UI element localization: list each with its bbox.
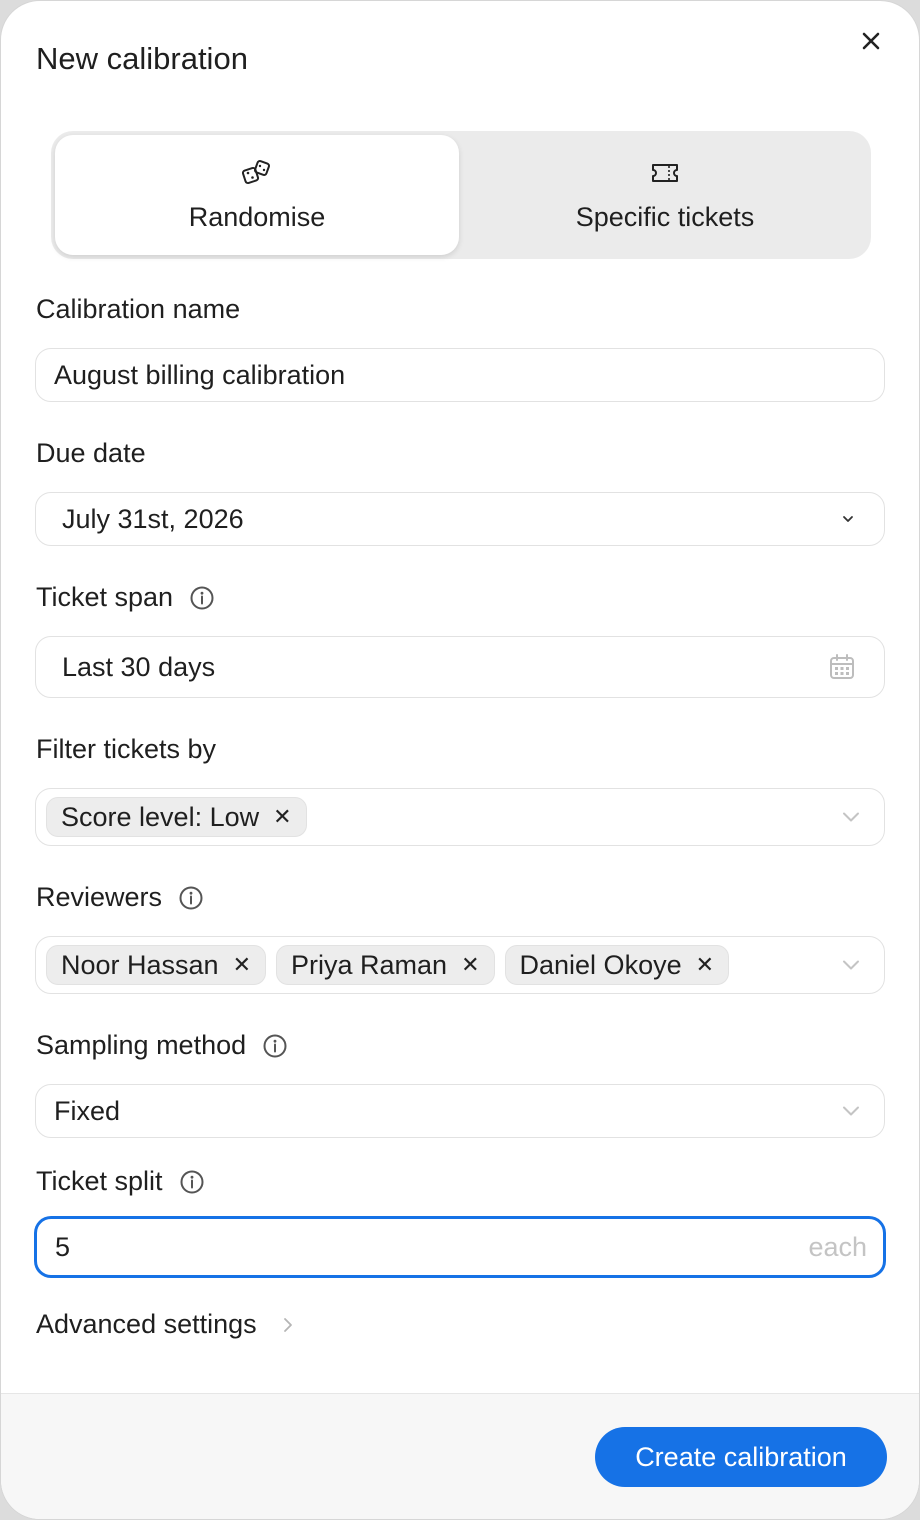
mode-toggle: Randomise Specific tickets <box>51 131 871 259</box>
remove-chip-icon[interactable]: ✕ <box>696 952 714 978</box>
sampling-method-label: Sampling method <box>36 1030 288 1061</box>
reviewer-chip-label: Daniel Okoye <box>519 949 682 980</box>
due-date-label-text: Due date <box>36 438 146 468</box>
chevron-down-icon <box>843 960 859 970</box>
calendar-icon <box>830 654 854 679</box>
filter-tickets-label: Filter tickets by <box>36 734 216 765</box>
due-date-select[interactable]: July 31st, 2026 <box>35 492 885 546</box>
new-calibration-dialog: New calibration Randomise Specific ticke… <box>0 0 920 1520</box>
calibration-name-input[interactable]: August billing calibration <box>35 348 885 402</box>
randomise-option[interactable]: Randomise <box>55 135 459 255</box>
ticket-split-input[interactable]: 5 each <box>35 1217 885 1277</box>
close-icon <box>862 32 880 50</box>
ticket-span-picker[interactable]: Last 30 days <box>35 636 885 698</box>
reviewers-label: Reviewers <box>36 882 204 913</box>
dice-icon <box>241 159 270 184</box>
sampling-method-value: Fixed <box>54 1095 121 1126</box>
chevron-down-icon <box>843 1106 859 1116</box>
randomise-label: Randomise <box>188 201 326 232</box>
filter-chip-label: Score level: Low <box>61 801 260 832</box>
calibration-name-label-text: Calibration name <box>36 294 241 324</box>
reviewer-chip: Priya Raman ✕ <box>276 945 495 985</box>
close-button[interactable] <box>853 23 889 59</box>
due-date-value: July 31st, 2026 <box>62 503 244 534</box>
ticket-split-label: Ticket split <box>36 1166 205 1197</box>
calibration-name-label: Calibration name <box>36 294 240 325</box>
info-icon[interactable] <box>262 1033 288 1059</box>
ticket-split-suffix: each <box>808 1231 867 1262</box>
filter-chip: Score level: Low ✕ <box>46 797 307 837</box>
remove-chip-icon[interactable]: ✕ <box>461 952 479 978</box>
info-icon[interactable] <box>179 1169 205 1195</box>
chevron-down-icon <box>843 812 859 822</box>
ticket-span-value: Last 30 days <box>62 651 216 682</box>
sampling-method-select[interactable]: Fixed <box>35 1084 885 1138</box>
ticket-icon <box>652 163 678 182</box>
chevron-right-icon <box>283 1317 292 1332</box>
filter-tickets-select[interactable]: Score level: Low ✕ <box>35 788 885 846</box>
due-date-label: Due date <box>36 438 146 469</box>
specific-tickets-label: Specific tickets <box>575 201 755 232</box>
remove-chip-icon[interactable]: ✕ <box>273 804 291 830</box>
filter-tickets-label-text: Filter tickets by <box>36 734 217 764</box>
advanced-settings-toggle[interactable]: Advanced settings <box>36 1309 293 1340</box>
reviewer-chip-label: Noor Hassan <box>61 949 219 980</box>
create-calibration-button[interactable]: Create calibration <box>595 1427 887 1487</box>
ticket-span-label-text: Ticket span <box>36 582 174 612</box>
ticket-span-label: Ticket span <box>36 582 215 613</box>
remove-chip-icon[interactable]: ✕ <box>233 952 251 978</box>
reviewers-label-text: Reviewers <box>36 882 163 912</box>
ticket-split-label-text: Ticket split <box>36 1166 163 1196</box>
ticket-split-value: 5 <box>55 1231 71 1262</box>
info-icon[interactable] <box>189 585 215 611</box>
reviewer-chip-label: Priya Raman <box>291 949 448 980</box>
dialog-title: New calibration <box>36 41 248 76</box>
reviewers-select[interactable]: Noor Hassan ✕ Priya Raman ✕ Daniel Okoye… <box>35 936 885 994</box>
reviewer-chip: Daniel Okoye ✕ <box>504 945 730 985</box>
calibration-name-value: August billing calibration <box>54 359 346 390</box>
specific-tickets-option[interactable]: Specific tickets <box>463 135 867 255</box>
advanced-settings-label: Advanced settings <box>36 1309 257 1339</box>
sampling-method-label-text: Sampling method <box>36 1030 247 1060</box>
chevron-down-icon <box>843 516 853 522</box>
reviewer-chip: Noor Hassan ✕ <box>46 945 267 985</box>
info-icon[interactable] <box>178 885 204 911</box>
